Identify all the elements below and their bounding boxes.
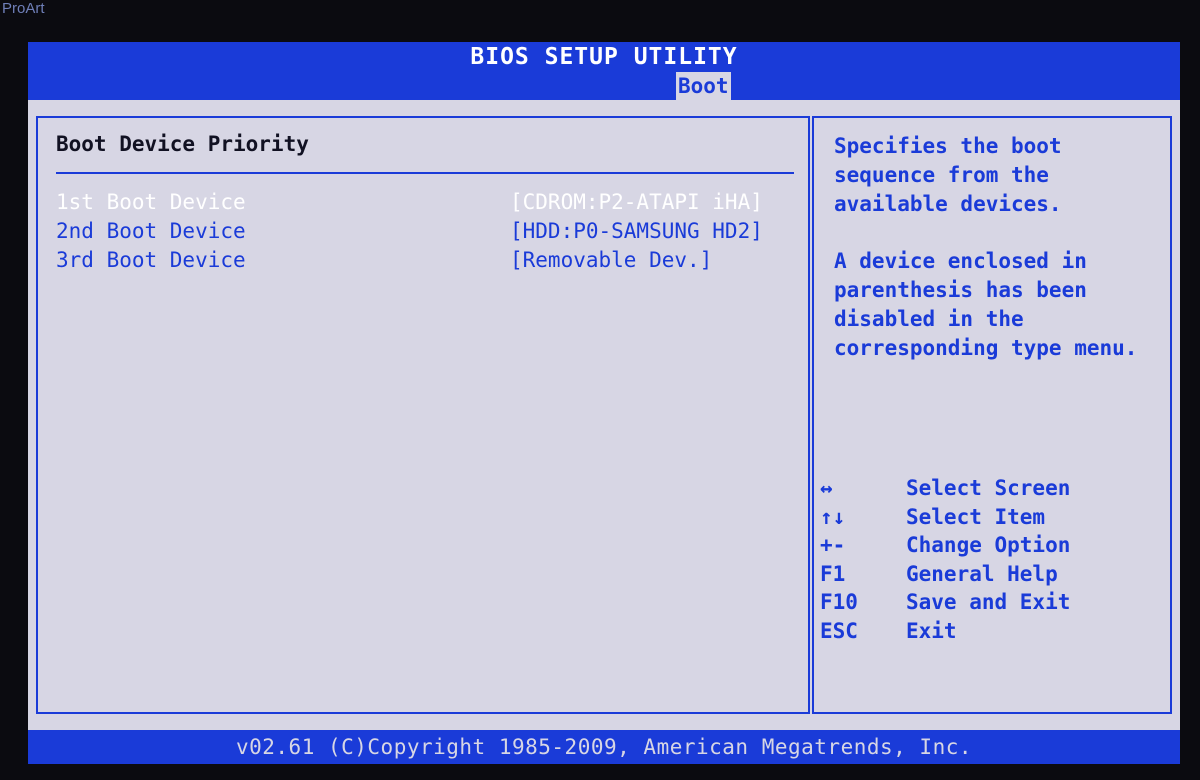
boot-device-1-label: 1st Boot Device — [56, 190, 246, 214]
key-esc: ESC — [820, 618, 858, 643]
key-row-general-help: F1 General Help — [820, 560, 1160, 589]
plus-minus-icon: +- — [820, 533, 846, 557]
tab-bar: Boot — [28, 72, 1180, 100]
key-desc-change-option: Change Option — [906, 533, 1071, 557]
boot-device-3-value[interactable]: [Removable Dev.] — [510, 246, 712, 274]
bios-screen: BIOS SETUP UTILITY Boot Boot Device Prio… — [28, 42, 1180, 764]
boot-device-1-value[interactable]: [CDROM:P2-ATAPI iHA] — [510, 188, 763, 216]
bios-title: BIOS SETUP UTILITY — [28, 42, 1180, 72]
tab-boot[interactable]: Boot — [676, 72, 731, 100]
key-desc-select-item: Select Item — [906, 504, 1046, 529]
boot-device-2[interactable]: 2nd Boot Device [HDD:P0-SAMSUNG HD2] — [56, 217, 794, 245]
help-panel: Specifies the boot sequence from the ava… — [812, 116, 1172, 714]
boot-device-3[interactable]: 3rd Boot Device [Removable Dev.] — [56, 246, 794, 274]
key-f1: F1 — [820, 561, 846, 586]
key-desc-general-help: General Help — [906, 561, 1058, 586]
key-row-save-exit: F10 Save and Exit — [820, 588, 1160, 617]
key-desc-exit: Exit — [906, 618, 957, 643]
key-row-select-item: ↑↓ Select Item — [820, 503, 1160, 532]
help-paragraph-1: Specifies the boot sequence from the ava… — [834, 134, 1062, 216]
boot-priority-panel: Boot Device Priority 1st Boot Device [CD… — [36, 116, 810, 714]
help-paragraph-2: A device enclosed in parenthesis has bee… — [834, 249, 1138, 360]
key-row-change-option: +- Change Option — [820, 531, 1160, 560]
left-right-arrow-icon: ↔ — [820, 476, 833, 500]
boot-device-2-label: 2nd Boot Device — [56, 219, 246, 243]
key-f10: F10 — [820, 590, 858, 614]
key-row-exit: ESC Exit — [820, 617, 1160, 646]
key-legend: ↔ Select Screen ↑↓ Select Item +- Change… — [820, 474, 1160, 645]
copyright-footer: v02.61 (C)Copyright 1985-2009, American … — [28, 730, 1180, 764]
boot-device-3-label: 3rd Boot Device — [56, 248, 246, 272]
key-row-select-screen: ↔ Select Screen — [820, 474, 1160, 503]
monitor-brand: ProArt — [2, 0, 45, 17]
boot-device-2-value[interactable]: [HDD:P0-SAMSUNG HD2] — [510, 217, 763, 245]
help-text: Specifies the boot sequence from the ava… — [834, 132, 1164, 391]
key-desc-select-screen: Select Screen — [906, 476, 1071, 500]
boot-device-1[interactable]: 1st Boot Device [CDROM:P2-ATAPI iHA] — [56, 188, 794, 216]
up-down-arrow-icon: ↑↓ — [820, 504, 846, 529]
section-divider — [56, 172, 794, 174]
key-desc-save-exit: Save and Exit — [906, 590, 1071, 614]
section-title: Boot Device Priority — [56, 132, 309, 156]
